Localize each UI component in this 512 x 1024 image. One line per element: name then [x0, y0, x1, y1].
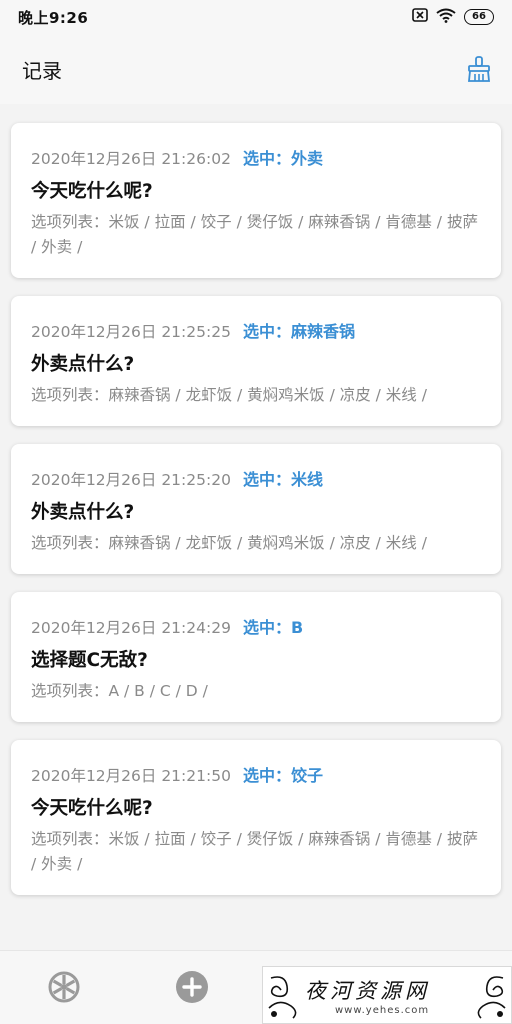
watermark-text: 夜河资源网	[305, 979, 430, 1003]
record-time: 2020年12月26日 21:25:20	[31, 471, 231, 489]
record-question: 外卖点什么?	[31, 502, 135, 523]
record-card[interactable]: 2020年12月26日 21:24:29 选中：B 选择题C无敌? 选项列表：A…	[11, 592, 501, 722]
record-options: 选项列表：麻辣香锅 / 龙虾饭 / 黄焖鸡米饭 / 凉皮 / 米线 /	[31, 534, 427, 552]
wifi-icon	[436, 8, 456, 27]
record-time: 2020年12月26日 21:24:29	[31, 619, 231, 637]
record-options: 选项列表：米饭 / 拉面 / 饺子 / 煲仔饭 / 麻辣香锅 / 肯德基 / 披…	[31, 213, 478, 256]
status-icons: 66	[412, 8, 494, 27]
sim-off-icon	[412, 8, 428, 26]
record-card[interactable]: 2020年12月26日 21:26:02 选中：外卖 今天吃什么呢? 选项列表：…	[11, 123, 501, 278]
record-options: 选项列表：A / B / C / D /	[31, 682, 208, 700]
record-options: 选项列表：麻辣香锅 / 龙虾饭 / 黄焖鸡米饭 / 凉皮 / 米线 /	[31, 386, 427, 404]
record-card[interactable]: 2020年12月26日 21:25:25 选中：麻辣香锅 外卖点什么? 选项列表…	[11, 296, 501, 426]
wheel-nav-button[interactable]	[46, 969, 82, 1005]
watermark: 夜河资源网 www.yehes.com	[262, 966, 512, 1024]
status-bar: 晚上9:26 66	[0, 0, 512, 34]
record-time: 2020年12月26日 21:26:02	[31, 150, 231, 168]
record-selected: 选中：外卖	[242, 149, 323, 168]
add-icon	[176, 971, 208, 1003]
page-title: 记录	[22, 58, 62, 83]
clear-records-button[interactable]	[464, 54, 494, 84]
app-bar: 记录	[0, 34, 512, 104]
record-question: 外卖点什么?	[31, 354, 135, 375]
record-selected: 选中：麻辣香锅	[242, 322, 355, 341]
record-card[interactable]: 2020年12月26日 21:21:50 选中：饺子 今天吃什么呢? 选项列表：…	[11, 740, 501, 895]
record-question: 今天吃什么呢?	[31, 798, 153, 819]
add-nav-button[interactable]	[174, 969, 210, 1005]
record-time: 2020年12月26日 21:21:50	[31, 767, 231, 785]
ornament-left-icon	[268, 976, 297, 1019]
wheel-icon	[48, 971, 80, 1003]
record-question: 今天吃什么呢?	[31, 181, 153, 202]
record-selected: 选中：B	[242, 618, 304, 637]
broom-icon	[468, 56, 490, 82]
records-list: 2020年12月26日 21:26:02 选中：外卖 今天吃什么呢? 选项列表：…	[11, 123, 501, 913]
record-card[interactable]: 2020年12月26日 21:25:20 选中：米线 外卖点什么? 选项列表：麻…	[11, 444, 501, 574]
ornament-right-icon	[477, 976, 506, 1019]
record-time: 2020年12月26日 21:25:25	[31, 323, 231, 341]
record-selected: 选中：饺子	[242, 766, 323, 785]
record-selected: 选中：米线	[242, 470, 323, 489]
record-question: 选择题C无敌?	[31, 650, 148, 671]
battery-icon: 66	[464, 9, 494, 25]
record-options: 选项列表：米饭 / 拉面 / 饺子 / 煲仔饭 / 麻辣香锅 / 肯德基 / 披…	[31, 830, 478, 873]
status-time: 晚上9:26	[18, 8, 89, 27]
watermark-url: www.yehes.com	[335, 1005, 430, 1016]
